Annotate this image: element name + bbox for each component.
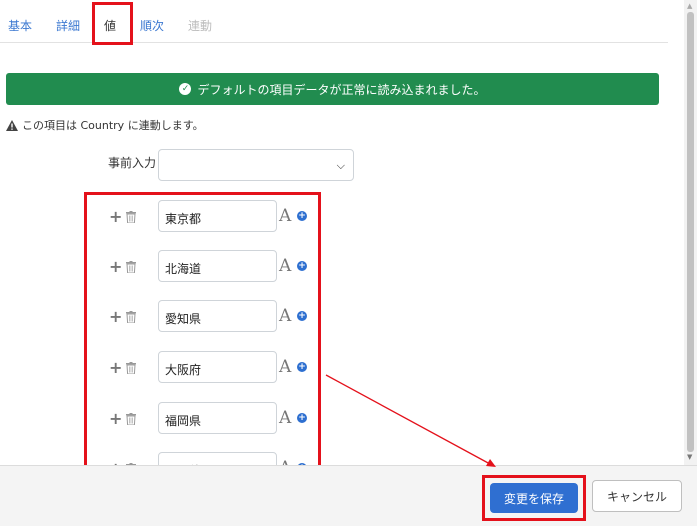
- warning-icon: [6, 119, 18, 131]
- value-input[interactable]: 東京都: [158, 200, 277, 232]
- value-row: + 愛知県 A +: [86, 300, 321, 334]
- plus-icon[interactable]: +: [109, 209, 122, 225]
- scrollbar[interactable]: ▲ ▼: [684, 0, 697, 465]
- prefill-label: 事前入力: [108, 156, 157, 170]
- tab-values[interactable]: 値: [104, 17, 116, 34]
- plus-icon[interactable]: +: [109, 259, 122, 275]
- scrollbar-thumb[interactable]: [687, 12, 694, 452]
- scroll-down-icon[interactable]: ▼: [687, 453, 692, 461]
- value-input[interactable]: 大阪府: [158, 351, 277, 383]
- value-row: + 大阪府 A +: [86, 351, 321, 385]
- value-input[interactable]: 愛知県: [158, 300, 277, 332]
- plus-circle-icon[interactable]: +: [297, 211, 307, 221]
- cancel-button[interactable]: キャンセル: [592, 480, 682, 512]
- font-icon[interactable]: A: [279, 206, 291, 226]
- plus-circle-icon[interactable]: +: [297, 261, 307, 271]
- font-icon[interactable]: A: [279, 306, 291, 326]
- scroll-up-icon[interactable]: ▲: [687, 2, 692, 10]
- note-text: この項目は Country に連動します。: [22, 119, 204, 132]
- prefill-select[interactable]: ⌵: [158, 149, 354, 181]
- tab-details[interactable]: 詳細: [56, 17, 80, 34]
- tab-basic[interactable]: 基本: [8, 17, 32, 34]
- check-circle-icon: ✓: [179, 83, 192, 95]
- plus-icon[interactable]: +: [109, 411, 122, 427]
- tab-order[interactable]: 順次: [140, 17, 164, 34]
- value-list: + 東京都 A + + 北海道 A + + 愛知県 A + + 大阪府 A + …: [86, 190, 321, 466]
- tab-linkage: 連動: [188, 19, 213, 33]
- plus-circle-icon[interactable]: +: [297, 311, 307, 321]
- linkage-note: この項目は Country に連動します。: [6, 117, 204, 133]
- value-row: + 福岡県 A +: [86, 402, 321, 436]
- trash-icon[interactable]: [126, 413, 136, 425]
- chevron-down-icon: ⌵: [336, 159, 345, 172]
- tab-bar: 基本 詳細 値 順次 連動: [0, 0, 668, 43]
- trash-icon[interactable]: [126, 261, 136, 273]
- value-row: + その他 A +: [86, 452, 321, 466]
- value-row: + 北海道 A +: [86, 250, 321, 284]
- plus-circle-icon[interactable]: +: [297, 362, 307, 372]
- plus-circle-icon[interactable]: +: [297, 413, 307, 423]
- value-input[interactable]: 福岡県: [158, 402, 277, 434]
- plus-icon[interactable]: +: [109, 309, 122, 325]
- font-icon[interactable]: A: [279, 256, 291, 276]
- plus-icon[interactable]: +: [109, 360, 122, 376]
- value-row: + 東京都 A +: [86, 200, 321, 234]
- value-input[interactable]: その他: [158, 452, 277, 466]
- success-alert: ✓ デフォルトの項目データが正常に読み込まれました。: [6, 73, 659, 105]
- font-icon[interactable]: A: [279, 357, 291, 377]
- font-icon[interactable]: A: [279, 408, 291, 428]
- trash-icon[interactable]: [126, 311, 136, 323]
- alert-message: デフォルトの項目データが正常に読み込まれました。: [197, 82, 486, 97]
- save-button[interactable]: 変更を保存: [490, 483, 578, 513]
- trash-icon[interactable]: [126, 362, 136, 374]
- trash-icon[interactable]: [126, 211, 136, 223]
- value-input[interactable]: 北海道: [158, 250, 277, 282]
